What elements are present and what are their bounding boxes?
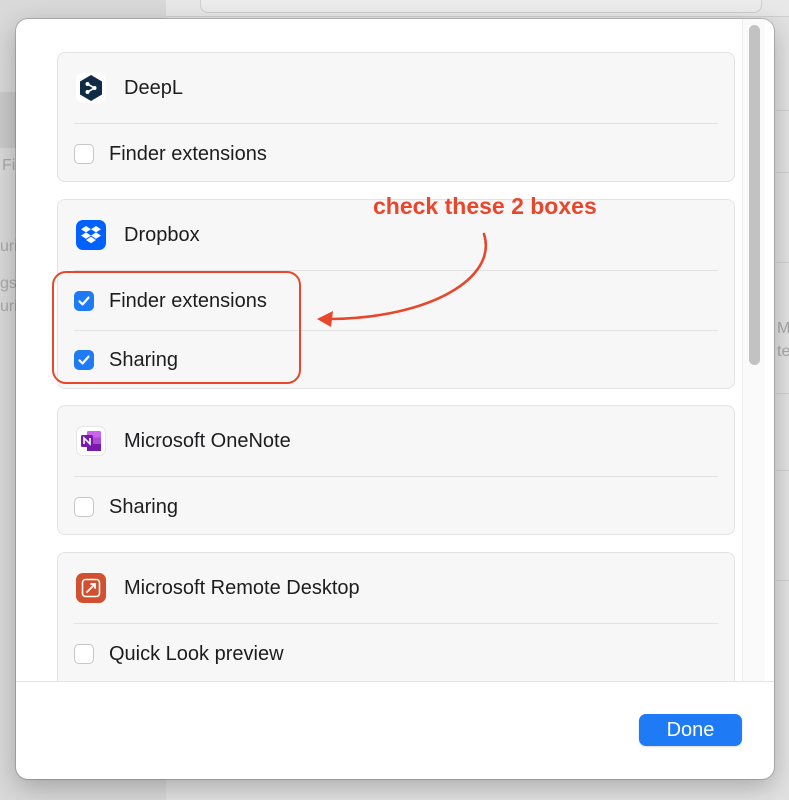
app-name: DeepL bbox=[124, 76, 183, 99]
extension-group-remote-desktop: Microsoft Remote Desktop Quick Look prev… bbox=[57, 552, 735, 681]
option-row[interactable]: Sharing bbox=[58, 478, 734, 536]
background-divider bbox=[776, 470, 789, 471]
background-sidebar-selection bbox=[0, 92, 16, 148]
dropbox-icon bbox=[76, 220, 106, 250]
background-text: M bbox=[777, 320, 789, 337]
app-header-deepl: DeepL bbox=[58, 59, 734, 117]
background-divider bbox=[776, 262, 789, 263]
footer-divider bbox=[16, 681, 774, 682]
option-label: Finder extensions bbox=[109, 142, 267, 165]
option-label: Sharing bbox=[109, 495, 178, 518]
app-name: Dropbox bbox=[124, 223, 200, 246]
divider bbox=[74, 623, 718, 624]
app-header-onenote: Microsoft OneNote bbox=[58, 412, 734, 470]
annotation-highlight-box bbox=[52, 271, 301, 384]
extension-group-onenote: Microsoft OneNote Sharing bbox=[57, 405, 735, 535]
extension-group-deepl: DeepL Finder extensions bbox=[57, 52, 735, 182]
divider bbox=[74, 476, 718, 477]
onenote-icon bbox=[76, 426, 106, 456]
option-row[interactable]: Finder extensions bbox=[58, 125, 734, 183]
background-divider bbox=[776, 580, 789, 581]
remote-desktop-icon bbox=[76, 573, 106, 603]
scrollbar-thumb[interactable] bbox=[749, 25, 760, 365]
background-divider bbox=[776, 110, 789, 111]
divider bbox=[74, 123, 718, 124]
option-label: Quick Look preview bbox=[109, 642, 284, 665]
done-button[interactable]: Done bbox=[639, 714, 742, 746]
background-divider bbox=[776, 172, 789, 173]
app-name: Microsoft OneNote bbox=[124, 429, 291, 452]
quick-look-preview-checkbox[interactable] bbox=[74, 644, 94, 664]
background-text: gs bbox=[0, 275, 17, 292]
sharing-checkbox[interactable] bbox=[74, 497, 94, 517]
background-search-field bbox=[200, 0, 762, 13]
app-name: Microsoft Remote Desktop bbox=[124, 576, 360, 599]
annotation-text: check these 2 boxes bbox=[373, 193, 597, 219]
finder-extensions-checkbox[interactable] bbox=[74, 144, 94, 164]
background-divider bbox=[776, 393, 789, 394]
background-text: Fi bbox=[2, 157, 16, 174]
deepl-icon bbox=[76, 73, 106, 103]
background-text: te bbox=[777, 343, 789, 360]
app-header-remote-desktop: Microsoft Remote Desktop bbox=[58, 559, 734, 617]
extensions-sheet: DeepL Finder extensions Dropbox Finder e… bbox=[16, 19, 774, 779]
option-row[interactable]: Quick Look preview bbox=[58, 625, 734, 681]
